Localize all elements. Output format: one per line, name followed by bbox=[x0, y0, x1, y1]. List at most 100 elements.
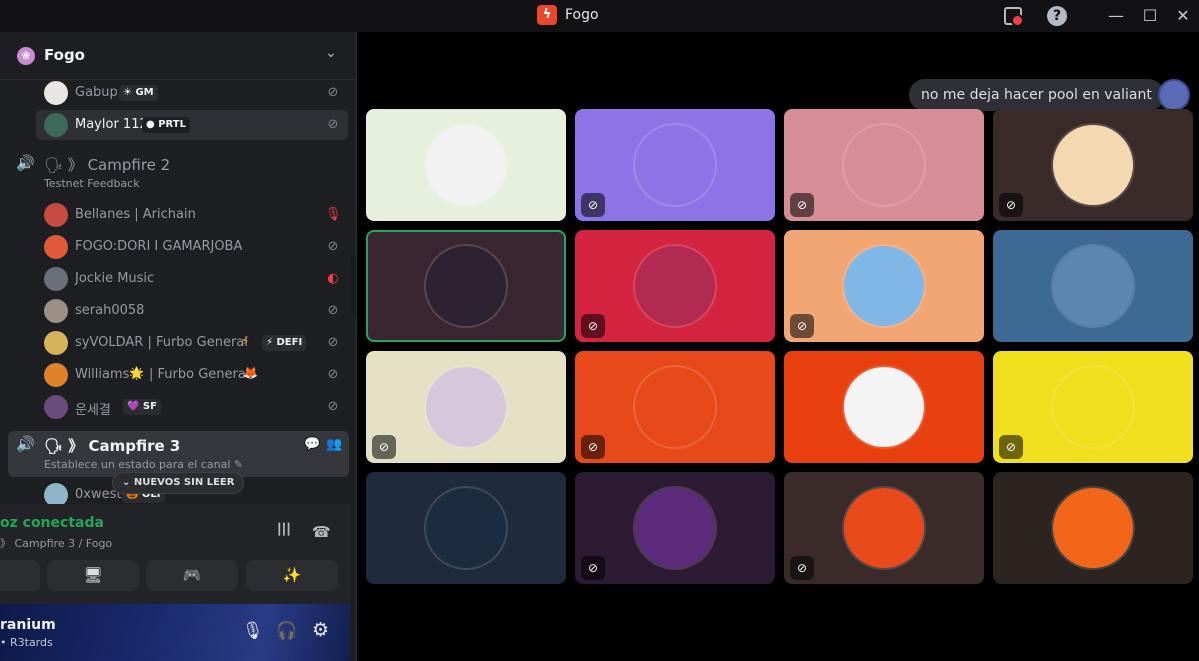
server-header[interactable]: ❀ Fogo ⌄ bbox=[0, 32, 356, 80]
deafened-icon: ⊘ bbox=[327, 85, 339, 100]
voice-user-jockie-music[interactable]: Jockie Music ◐ bbox=[36, 264, 348, 294]
user-name: FOGO:DORI I GAMARJOBA bbox=[75, 239, 243, 254]
participant-tile[interactable] bbox=[993, 230, 1193, 342]
participant-tile[interactable]: ⊘ bbox=[784, 230, 984, 342]
muted-icon: ⊘ bbox=[790, 314, 814, 338]
muted-icon: ⊘ bbox=[790, 556, 814, 580]
voice-stage: no me deja hacer pool en valiant ⊘ ⊘ ⊘ ⊘ ⊘ ⊘ ⊘… bbox=[358, 32, 1199, 661]
participant-avatar bbox=[844, 246, 924, 326]
participant-tile[interactable] bbox=[366, 230, 566, 342]
muted-icon: ⊘ bbox=[999, 435, 1023, 459]
soundboard-icon[interactable]: ┃┃┃ bbox=[276, 523, 292, 536]
participant-tile[interactable] bbox=[993, 472, 1193, 584]
voice-user-serah[interactable]: serah0058 ⊘ bbox=[36, 296, 348, 326]
chat-message-bubble[interactable]: no me deja hacer pool en valiant bbox=[909, 79, 1164, 111]
invite-icon[interactable]: 👥 bbox=[326, 437, 342, 452]
muted-icon: ⊘ bbox=[999, 193, 1023, 217]
maximize-button[interactable]: ☐ bbox=[1139, 5, 1161, 27]
mic-muted-icon: 🎙 bbox=[325, 207, 342, 222]
channel-status[interactable]: Establece un estado para el canal ✎ bbox=[44, 458, 243, 471]
participant-tile[interactable]: ⊘ bbox=[993, 351, 1193, 463]
server-tag: ☀ GM bbox=[119, 85, 158, 101]
server-tag: 💜 SF bbox=[123, 399, 161, 415]
deafened-icon: ⊘ bbox=[327, 117, 339, 132]
participant-avatar bbox=[1053, 367, 1133, 447]
user-name: Jockie Music bbox=[75, 271, 155, 286]
participant-avatar bbox=[635, 367, 715, 447]
participant-avatar bbox=[844, 488, 924, 568]
soundboard-button[interactable]: ✨ bbox=[246, 560, 338, 591]
participant-avatar bbox=[1053, 125, 1133, 205]
voice-location[interactable]: 》 Campfire 3 / Fogo bbox=[0, 535, 112, 551]
avatar bbox=[44, 331, 68, 355]
voice-user-bellanes[interactable]: Bellanes | Arichain 🎙 bbox=[36, 200, 348, 230]
participant-tile[interactable]: ⊘ bbox=[575, 109, 775, 221]
activities-button[interactable]: 🎮 bbox=[146, 560, 238, 591]
avatar bbox=[44, 235, 68, 259]
participant-tile[interactable]: ⊘ bbox=[366, 351, 566, 463]
server-flower-icon: ❀ bbox=[17, 47, 35, 65]
voice-user-gabup[interactable]: Gabup ☀ GM ⊘ bbox=[36, 78, 348, 108]
microphone-icon[interactable]: 🎙 bbox=[242, 621, 264, 641]
avatar bbox=[44, 113, 68, 137]
muted-icon: ⊘ bbox=[581, 435, 605, 459]
voice-status[interactable]: oz conectada bbox=[0, 515, 104, 531]
title-bar: ϟ Fogo ? — ☐ ✕ bbox=[0, 0, 1199, 32]
participant-avatar bbox=[844, 367, 924, 447]
user-name: syVOLDAR | Furbo General bbox=[75, 335, 248, 350]
user-name: Gabup bbox=[75, 85, 118, 100]
muted-icon: ⊘ bbox=[581, 193, 605, 217]
participant-tile[interactable]: ⊘ bbox=[575, 351, 775, 463]
participant-tile[interactable]: ⊘ bbox=[784, 472, 984, 584]
user-name: Bellanes | Arichain bbox=[75, 207, 196, 222]
speaker-icon: 🔊 bbox=[16, 154, 35, 172]
star-emoji-icon: 🌟 bbox=[129, 366, 144, 380]
username[interactable]: ranium bbox=[0, 617, 56, 633]
voice-user-fogo-dori[interactable]: FOGO:DORI I GAMARJOBA ⊘ bbox=[36, 232, 348, 262]
user-name-suffix: | Furbo General bbox=[149, 367, 250, 382]
voice-user-syvoldar[interactable]: syVOLDAR | Furbo General ⚡ ⚡ DEFI ⊘ bbox=[36, 328, 348, 358]
user-name: serah0058 bbox=[75, 303, 145, 318]
camera-button[interactable]: ● bbox=[0, 560, 40, 591]
participant-tile[interactable]: ⊘ bbox=[784, 109, 984, 221]
close-button[interactable]: ✕ bbox=[1172, 5, 1194, 27]
headset-icon[interactable]: 🎧 bbox=[276, 621, 297, 641]
avatar bbox=[44, 395, 68, 419]
settings-gear-icon[interactable]: ⚙ bbox=[312, 619, 329, 641]
participant-avatar bbox=[426, 488, 506, 568]
user-panel: ranium • R3tards 🎙 🎧 ⚙ bbox=[0, 604, 350, 661]
chat-avatar bbox=[1158, 79, 1190, 111]
participant-tile[interactable]: ⊘ bbox=[575, 230, 775, 342]
participant-avatar bbox=[635, 125, 715, 205]
voice-channel-campfire-3[interactable]: 🔊 🗣 》 Campfire 3 Establece un estado par… bbox=[8, 431, 349, 477]
sidebar-scrollbar[interactable] bbox=[351, 256, 355, 316]
participant-tile[interactable] bbox=[366, 472, 566, 584]
voice-user-williams[interactable]: Williams 🌟 | Furbo General 🦊 ⊘ bbox=[36, 360, 348, 390]
participant-tile[interactable]: ⊘ bbox=[993, 109, 1193, 221]
participant-tile[interactable] bbox=[366, 109, 566, 221]
participant-avatar bbox=[635, 246, 715, 326]
participant-tile[interactable] bbox=[784, 351, 984, 463]
voice-user-korean[interactable]: 운세결 💜 SF ⊘ bbox=[36, 392, 348, 422]
avatar bbox=[44, 81, 68, 105]
chevron-down-icon[interactable]: ⌄ bbox=[325, 45, 337, 61]
participant-tile[interactable]: ⊘ bbox=[575, 472, 775, 584]
help-icon[interactable]: ? bbox=[1047, 6, 1067, 26]
chat-icon[interactable]: 💬 bbox=[304, 437, 320, 452]
voice-channel-campfire-2[interactable]: 🔊 🗣 》 Campfire 2 Testnet Feedback bbox=[8, 150, 349, 196]
inbox-icon[interactable] bbox=[1004, 7, 1024, 27]
voice-user-maylor[interactable]: Maylor 112 ● PRTL ⊘ bbox=[36, 110, 348, 140]
avatar bbox=[44, 363, 68, 387]
server-tag: ⚡ DEFI bbox=[262, 335, 307, 351]
minimize-button[interactable]: — bbox=[1105, 5, 1127, 27]
screen-share-button[interactable]: 🖥 bbox=[47, 560, 139, 591]
participant-avatar bbox=[1053, 246, 1133, 326]
disconnect-icon[interactable]: ☎ bbox=[312, 523, 331, 541]
new-unread-button[interactable]: ⌄ NUEVOS SIN LEER bbox=[112, 472, 245, 494]
window-title: Fogo bbox=[565, 7, 599, 23]
channel-name: 🗣 》 Campfire 2 bbox=[44, 156, 171, 174]
user-name: Williams bbox=[75, 367, 130, 382]
avatar bbox=[44, 299, 68, 323]
avatar bbox=[44, 203, 68, 227]
user-status: • R3tards bbox=[0, 636, 53, 649]
